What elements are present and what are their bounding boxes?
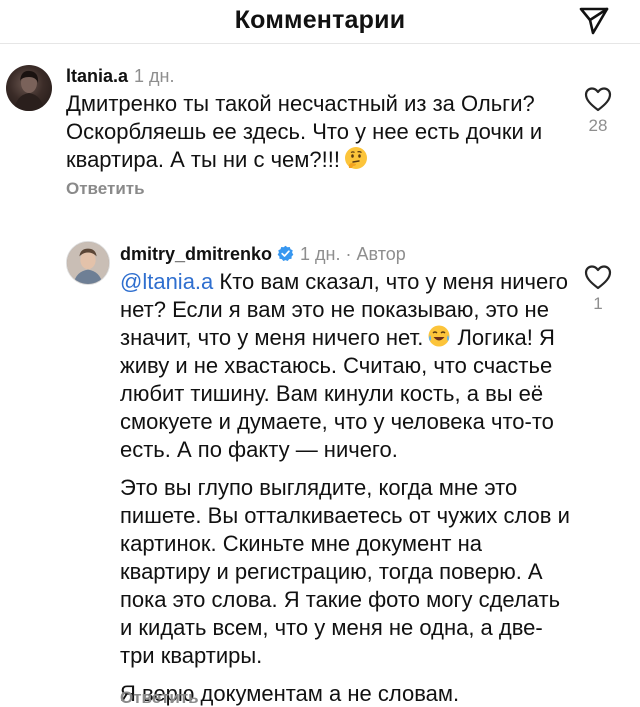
page-title: Комментарии xyxy=(234,6,406,34)
comment-text: @ltania.a Кто вам сказал, что у меня нич… xyxy=(120,268,572,707)
comment-meta: dmitry_dmitrenko 1 дн. · Автор xyxy=(120,244,406,265)
avatar[interactable] xyxy=(6,65,52,111)
verified-icon xyxy=(277,245,294,262)
comment-time: 1 дн. xyxy=(134,66,175,86)
like-button[interactable]: 1 xyxy=(578,264,618,314)
username[interactable]: dmitry_dmitrenko xyxy=(120,244,272,264)
username[interactable]: ltania.a xyxy=(66,66,128,86)
mention-link[interactable]: @ltania.a xyxy=(120,269,213,294)
avatar[interactable] xyxy=(66,241,110,285)
comment-time: 1 дн. xyxy=(300,244,341,264)
like-count: 28 xyxy=(588,116,608,135)
heart-icon[interactable] xyxy=(584,86,612,112)
comment-text: Дмитренко ты такой несчастный из за Ольг… xyxy=(66,90,566,174)
heart-icon[interactable] xyxy=(584,264,612,290)
reply-button[interactable]: Ответить xyxy=(120,688,199,707)
comments-header: Комментарии xyxy=(0,0,640,44)
comment-paragraph: Это вы глупо выглядите, когда мне это пи… xyxy=(120,475,570,668)
comment-paragraph: @ltania.a Кто вам сказал, что у меня нич… xyxy=(120,268,572,464)
comment-meta: ltania.a 1 дн. xyxy=(66,66,175,87)
thinking-face-emoji xyxy=(344,147,367,169)
comment-body: Дмитренко ты такой несчастный из за Ольг… xyxy=(66,91,543,172)
like-button[interactable]: 28 xyxy=(578,86,618,136)
tears-of-joy-emoji xyxy=(428,325,450,347)
author-label: · Автор xyxy=(345,244,406,264)
share-icon[interactable] xyxy=(578,5,610,37)
reply-button[interactable]: Ответить xyxy=(66,179,145,199)
like-count: 1 xyxy=(593,294,603,313)
